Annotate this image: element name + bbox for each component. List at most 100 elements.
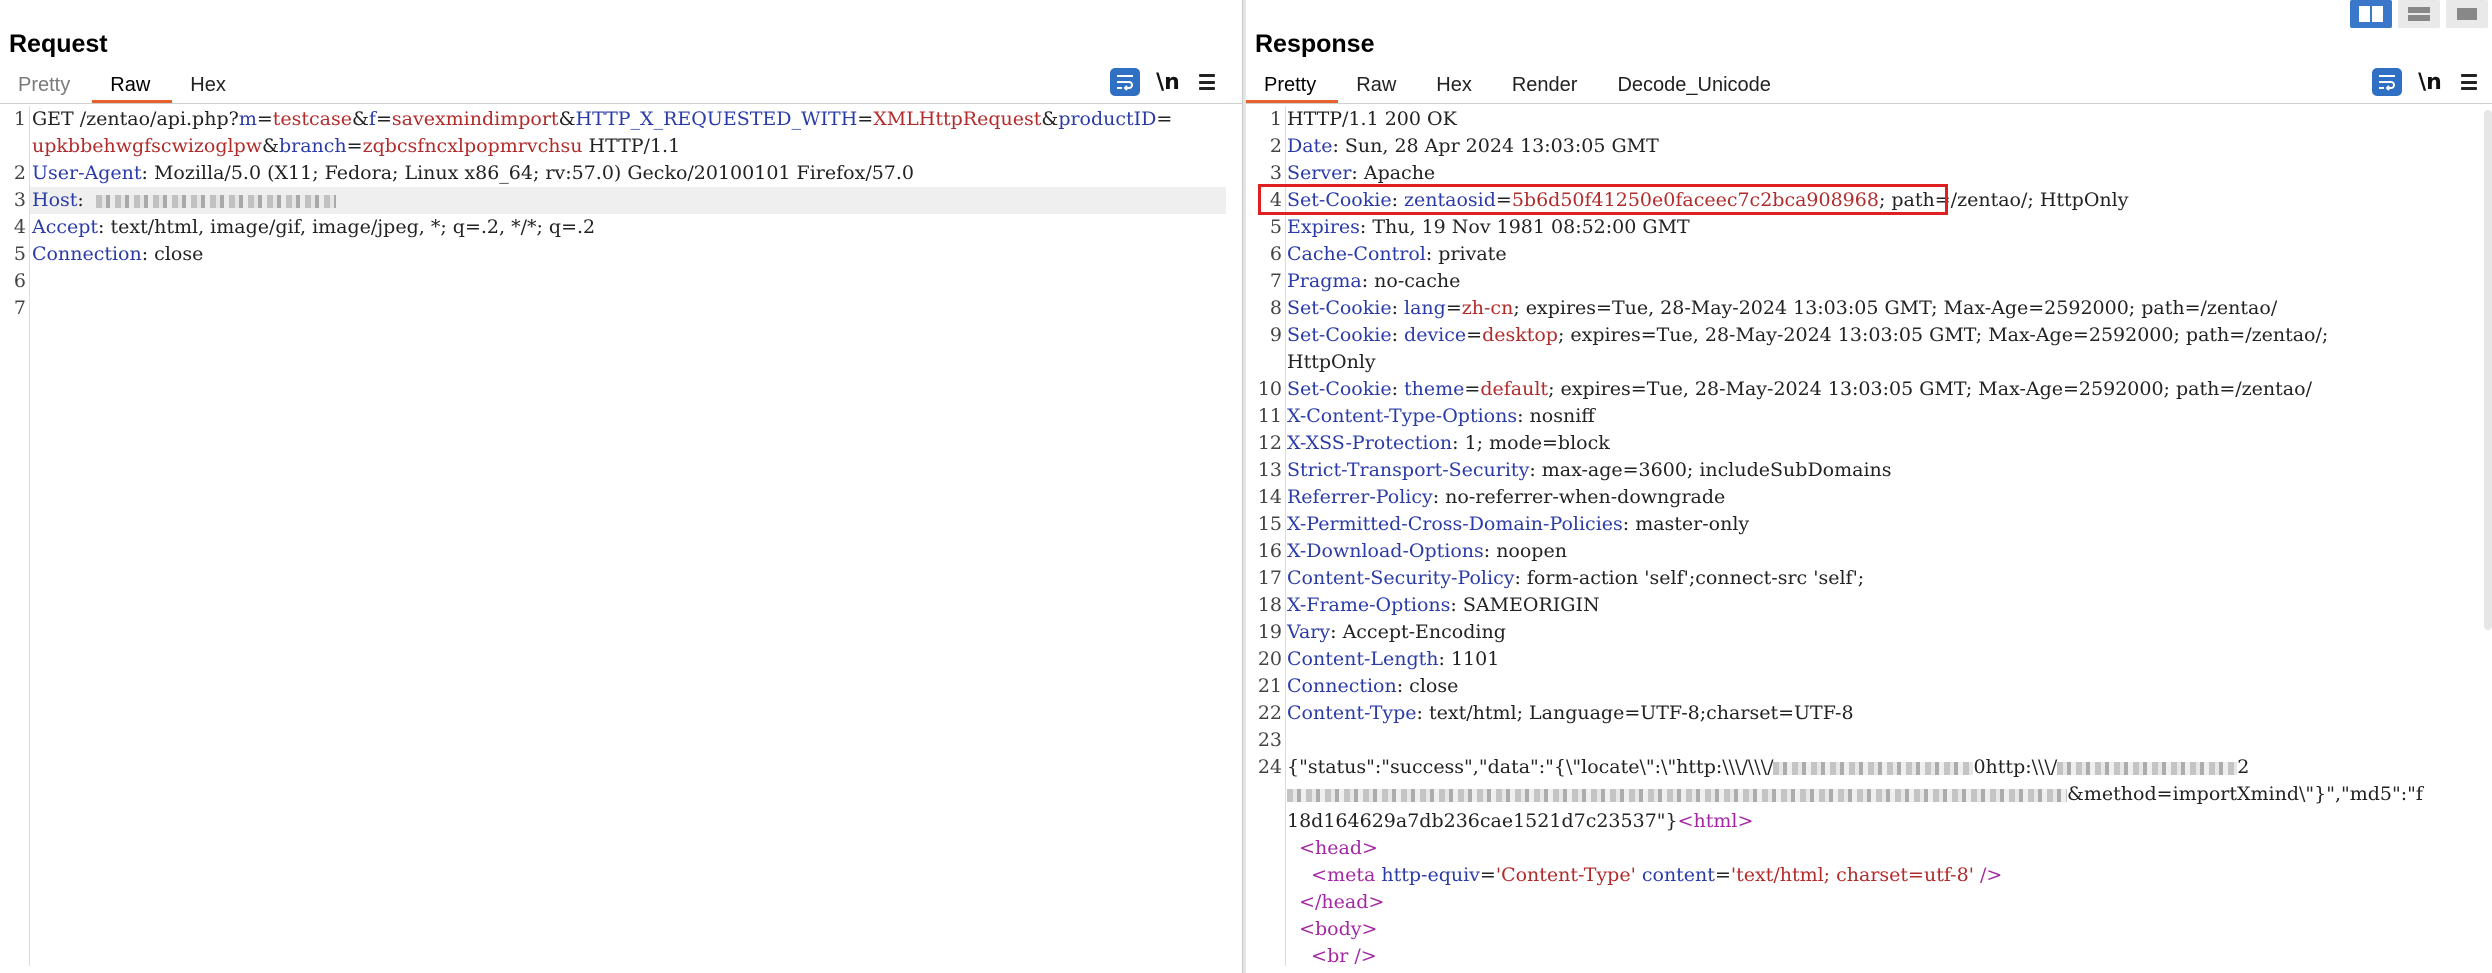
request-pane: Request Pretty Raw Hex \n 1 GET /zentao/… bbox=[0, 0, 1242, 973]
line-number: 22 bbox=[1257, 702, 1282, 724]
line-number: 12 bbox=[1257, 432, 1282, 454]
layout-switcher bbox=[2350, 0, 2488, 28]
line-number: 18 bbox=[1257, 594, 1282, 616]
line-number: 21 bbox=[1257, 675, 1282, 697]
line-number: 3 bbox=[13, 189, 26, 211]
request-line-4: Accept: text/html, image/gif, image/jpeg… bbox=[32, 216, 596, 238]
request-line-5: Connection: close bbox=[32, 243, 204, 265]
response-line-12: X-XSS-Protection: 1; mode=block bbox=[1287, 432, 1610, 454]
request-tab-raw[interactable]: Raw bbox=[92, 70, 173, 104]
response-line-15: X-Permitted-Cross-Domain-Policies: maste… bbox=[1287, 513, 1750, 535]
line-number: 5 bbox=[13, 243, 26, 265]
response-line-17: Content-Security-Policy: form-action 'se… bbox=[1287, 567, 1865, 589]
line-number: 10 bbox=[1257, 378, 1282, 400]
response-line-10: Set-Cookie: theme=default; expires=Tue, … bbox=[1287, 378, 2312, 400]
redacted-url bbox=[1287, 788, 2067, 802]
request-line-1-cont: upkbbehwgfscwizoglpw&branch=zqbcsfncxlpo… bbox=[32, 135, 681, 157]
line-number: 24 bbox=[1257, 756, 1282, 778]
response-line-16: X-Download-Options: noopen bbox=[1287, 540, 1567, 562]
response-line-18: X-Frame-Options: SAMEORIGIN bbox=[1287, 594, 1600, 616]
request-editor[interactable]: 1 GET /zentao/api.php?m=testcase&f=savex… bbox=[0, 106, 1242, 973]
newline-toggle[interactable]: \n bbox=[1154, 70, 1182, 95]
response-html-head-open: <head> bbox=[1299, 837, 1378, 859]
response-line-14: Referrer-Policy: no-referrer-when-downgr… bbox=[1287, 486, 1726, 508]
response-line-24-cont-2: 18d164629a7db236cae1521d7c23537"}<html> bbox=[1287, 810, 1754, 832]
line-number: 6 bbox=[13, 270, 26, 292]
line-number: 2 bbox=[13, 162, 26, 184]
response-tab-raw[interactable]: Raw bbox=[1338, 70, 1418, 104]
response-line-13: Strict-Transport-Security: max-age=3600;… bbox=[1287, 459, 1892, 481]
request-line-2: User-Agent: Mozilla/5.0 (X11; Fedora; Li… bbox=[32, 162, 915, 184]
line-number: 17 bbox=[1257, 567, 1282, 589]
line-number: 9 bbox=[1269, 324, 1282, 346]
response-line-20: Content-Length: 1101 bbox=[1287, 648, 1500, 670]
response-html-head-close: </head> bbox=[1299, 891, 1385, 913]
response-line-11: X-Content-Type-Options: nosniff bbox=[1287, 405, 1595, 427]
highlight-box-session-cookie bbox=[1258, 184, 1948, 215]
response-html-body-open: <body> bbox=[1299, 918, 1378, 940]
response-line-6: Cache-Control: private bbox=[1287, 243, 1507, 265]
line-number: 1 bbox=[13, 108, 26, 130]
request-tab-hex[interactable]: Hex bbox=[172, 70, 248, 104]
line-number: 11 bbox=[1257, 405, 1282, 427]
response-line-5: Expires: Thu, 19 Nov 1981 08:52:00 GMT bbox=[1287, 216, 1690, 238]
request-tab-pretty[interactable]: Pretty bbox=[0, 70, 92, 104]
split-vertical-layout-icon[interactable] bbox=[2398, 0, 2440, 28]
menu-icon[interactable] bbox=[1196, 72, 1218, 92]
request-tabs-divider bbox=[0, 103, 1242, 104]
menu-icon[interactable] bbox=[2458, 72, 2480, 92]
line-number: 4 bbox=[13, 216, 26, 238]
line-number: 7 bbox=[13, 297, 26, 319]
newline-toggle[interactable]: \n bbox=[2416, 70, 2444, 95]
response-line-22: Content-Type: text/html; Language=UTF-8;… bbox=[1287, 702, 1854, 724]
request-title: Request bbox=[9, 30, 108, 58]
response-tabs: Pretty Raw Hex Render Decode_Unicode bbox=[1246, 70, 1793, 104]
line-number: 6 bbox=[1269, 243, 1282, 265]
response-tabs-divider bbox=[1246, 103, 2492, 104]
response-tab-decode-unicode[interactable]: Decode_Unicode bbox=[1599, 70, 1792, 104]
response-editor[interactable]: 1 HTTP/1.1 200 OK 2 Date: Sun, 28 Apr 20… bbox=[1246, 106, 2492, 973]
line-number: 1 bbox=[1269, 108, 1282, 130]
response-pane: Response Pretty Raw Hex Render Decode_Un… bbox=[1246, 0, 2492, 973]
response-tab-pretty[interactable]: Pretty bbox=[1246, 70, 1339, 104]
response-title: Response bbox=[1255, 30, 1375, 58]
response-line-7: Pragma: no-cache bbox=[1287, 270, 1461, 292]
line-number: 8 bbox=[1269, 297, 1282, 319]
redacted-url bbox=[2057, 761, 2238, 775]
response-line-1: HTTP/1.1 200 OK bbox=[1287, 108, 1457, 130]
response-tab-hex[interactable]: Hex bbox=[1418, 70, 1494, 104]
response-line-9-cont: HttpOnly bbox=[1287, 351, 1376, 373]
word-wrap-icon[interactable] bbox=[2372, 68, 2402, 96]
vertical-scrollbar[interactable] bbox=[2484, 110, 2492, 630]
response-line-8: Set-Cookie: lang=zh-cn; expires=Tue, 28-… bbox=[1287, 297, 2278, 319]
response-line-3: Server: Apache bbox=[1287, 162, 1436, 184]
line-number: 5 bbox=[1269, 216, 1282, 238]
response-line-21: Connection: close bbox=[1287, 675, 1459, 697]
tabs-layout-icon[interactable] bbox=[2446, 0, 2488, 28]
response-line-24-cont-1: &method=importXmind\"}","md5":"f bbox=[1287, 781, 2423, 808]
request-tabs: Pretty Raw Hex bbox=[0, 70, 248, 104]
line-number: 15 bbox=[1257, 513, 1282, 535]
response-html-meta: <meta http-equiv='Content-Type' content=… bbox=[1311, 864, 2003, 886]
request-line-3: Host: bbox=[32, 187, 336, 214]
line-number: 23 bbox=[1257, 729, 1282, 751]
response-tab-render[interactable]: Render bbox=[1494, 70, 1600, 104]
response-line-2: Date: Sun, 28 Apr 2024 13:03:05 GMT bbox=[1287, 135, 1659, 157]
line-number: 14 bbox=[1257, 486, 1282, 508]
word-wrap-icon[interactable] bbox=[1110, 68, 1140, 96]
response-html-br: <br /> bbox=[1311, 945, 1377, 967]
response-toolbar: \n bbox=[2372, 68, 2480, 96]
line-number: 7 bbox=[1269, 270, 1282, 292]
line-number: 19 bbox=[1257, 621, 1282, 643]
redacted-host bbox=[95, 194, 336, 208]
line-number: 20 bbox=[1257, 648, 1282, 670]
request-line-1: GET /zentao/api.php?m=testcase&f=savexmi… bbox=[32, 108, 1173, 130]
response-line-24: {"status":"success","data":"{\"locate\":… bbox=[1287, 756, 2250, 778]
line-number: 2 bbox=[1269, 135, 1282, 157]
line-number: 13 bbox=[1257, 459, 1282, 481]
split-horizontal-layout-icon[interactable] bbox=[2350, 0, 2392, 28]
redacted-url bbox=[1773, 761, 1974, 775]
response-line-19: Vary: Accept-Encoding bbox=[1287, 621, 1506, 643]
request-toolbar: \n bbox=[1110, 68, 1218, 96]
line-number: 3 bbox=[1269, 162, 1282, 184]
